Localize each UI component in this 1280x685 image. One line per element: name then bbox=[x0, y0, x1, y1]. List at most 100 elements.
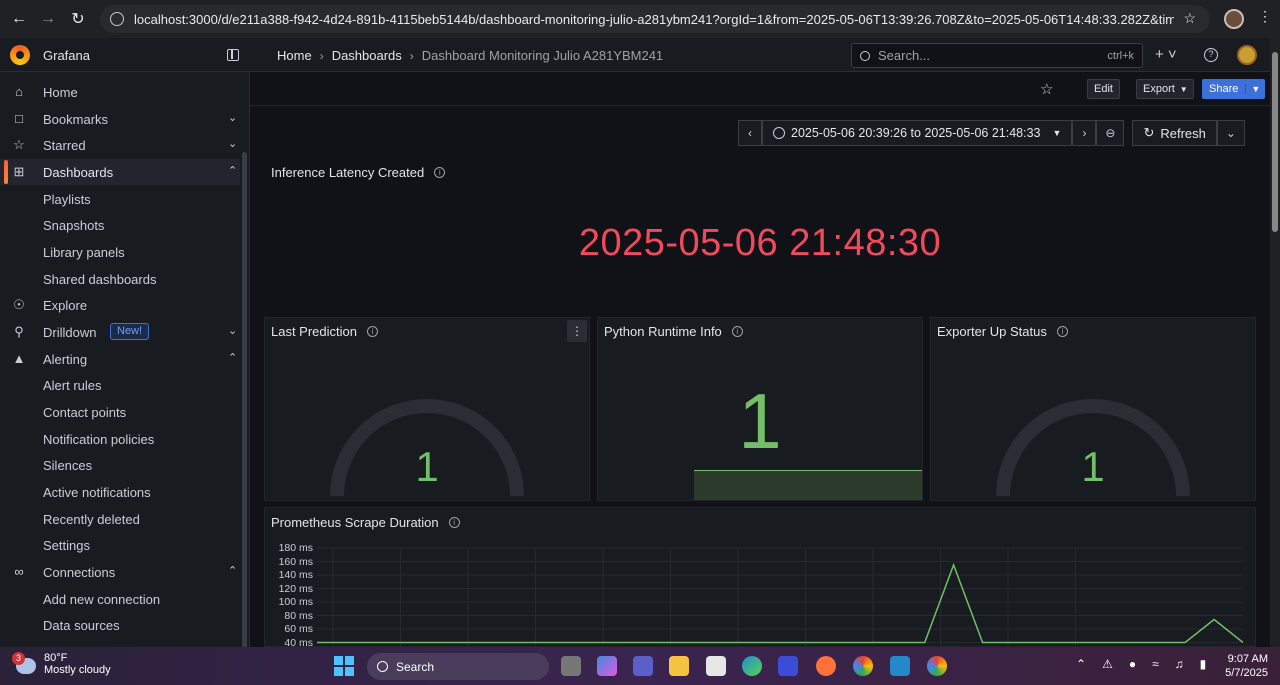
avatar[interactable] bbox=[1237, 45, 1257, 65]
chrome-active-icon[interactable] bbox=[927, 656, 947, 676]
clock-date: 5/7/2025 bbox=[1225, 667, 1268, 679]
info-icon[interactable]: i bbox=[434, 167, 446, 178]
sidebar-item-alert-rules[interactable]: Alert rules bbox=[0, 372, 240, 398]
store-icon[interactable] bbox=[706, 656, 726, 676]
info-icon[interactable]: i bbox=[367, 326, 378, 337]
breadcrumb-home[interactable]: Home bbox=[277, 48, 312, 63]
sidebar-item-drilldown[interactable]: ⚲ Drilldown New! ⌄ bbox=[0, 319, 240, 345]
sidebar-item-active-notifications[interactable]: Active notifications bbox=[0, 479, 240, 505]
weather-widget[interactable]: 3 80°F Mostly cloudy bbox=[12, 652, 111, 676]
address-bar[interactable]: localhost:3000/d/e211a388-f942-4d24-891b… bbox=[100, 5, 1210, 33]
chevron-down-icon[interactable]: ⌄ bbox=[228, 111, 237, 124]
panel-menu-icon[interactable]: ⋮ bbox=[567, 320, 587, 342]
sidebar-item-recently-deleted[interactable]: Recently deleted bbox=[0, 506, 240, 532]
info-icon[interactable]: i bbox=[731, 326, 743, 337]
sidebar-item-silences[interactable]: Silences bbox=[0, 452, 240, 478]
refresh-interval-dropdown[interactable]: ⌄ bbox=[1216, 120, 1245, 146]
sidebar-item-home[interactable]: ⌂ Home bbox=[0, 79, 240, 105]
chevron-down-icon[interactable]: ⌄ bbox=[228, 324, 237, 337]
windows-start-icon[interactable] bbox=[334, 656, 354, 676]
file-explorer-icon[interactable] bbox=[669, 656, 689, 676]
inference-panel-title[interactable]: Inference Latency Created i bbox=[271, 165, 446, 180]
sidebar-item-playlists[interactable]: Playlists bbox=[0, 186, 240, 212]
forward-arrow-icon[interactable]: → bbox=[33, 4, 63, 34]
exporter-up-panel[interactable]: Exporter Up Status i 1 bbox=[930, 317, 1256, 501]
chevron-down-icon: ▼ bbox=[1179, 84, 1188, 94]
sidebar-item-contact-points[interactable]: Contact points bbox=[0, 399, 240, 425]
chevron-up-icon[interactable]: ⌃ bbox=[228, 564, 237, 577]
help-icon[interactable]: ? bbox=[1204, 48, 1218, 62]
sidebar-item-connections[interactable]: ∞ Connections ⌃ bbox=[0, 559, 240, 585]
time-range-button[interactable]: 2025-05-06 20:39:26 to 2025-05-06 21:48:… bbox=[762, 120, 1073, 146]
chevron-up-icon[interactable]: ⌃ bbox=[228, 164, 237, 177]
time-forward-icon[interactable]: › bbox=[1072, 120, 1097, 146]
microphone-icon[interactable]: ● bbox=[1129, 657, 1136, 671]
copilot-icon[interactable] bbox=[597, 656, 617, 676]
chevron-down-icon[interactable]: ⌄ bbox=[228, 137, 237, 150]
new-plus-icon[interactable]: + ˅ bbox=[1155, 46, 1177, 63]
grid-icon: ⊞ bbox=[13, 164, 25, 179]
edge-icon[interactable] bbox=[742, 656, 762, 676]
share-button[interactable]: Share ▼ bbox=[1202, 79, 1266, 99]
search-icon bbox=[860, 50, 870, 61]
page-scroll-thumb[interactable] bbox=[1272, 52, 1278, 232]
browser-profile-avatar[interactable] bbox=[1224, 9, 1244, 29]
new-badge: New! bbox=[110, 323, 150, 340]
sidebar-item-data-sources[interactable]: Data sources bbox=[0, 612, 240, 638]
back-arrow-icon[interactable]: ← bbox=[4, 4, 34, 34]
taskbar-search[interactable]: Search bbox=[367, 653, 549, 680]
breadcrumb: Home › Dashboards › Dashboard Monitoring… bbox=[277, 48, 663, 63]
panel-title-text: Exporter Up Status bbox=[937, 324, 1047, 339]
last-prediction-panel[interactable]: Last Prediction i ⋮ 1 bbox=[264, 317, 590, 501]
sidebar-item-library-panels[interactable]: Library panels bbox=[0, 239, 240, 265]
sidebar-item-settings[interactable]: Settings bbox=[0, 532, 240, 558]
url-text[interactable]: localhost:3000/d/e211a388-f942-4d24-891b… bbox=[134, 12, 1174, 27]
python-runtime-value: 1 bbox=[738, 377, 782, 465]
sidebar-item-add-new-connection[interactable]: Add new connection bbox=[0, 586, 240, 612]
pen-app-icon[interactable] bbox=[778, 656, 798, 676]
system-clock[interactable]: 9:07 AM 5/7/2025 bbox=[1216, 652, 1268, 680]
sidebar-item-starred[interactable]: ☆ Starred ⌄ bbox=[0, 132, 240, 158]
dock-menu-icon[interactable] bbox=[227, 49, 239, 61]
chevron-up-icon[interactable]: ⌃ bbox=[1076, 657, 1086, 671]
sidebar-item-dashboards[interactable]: ⊞ Dashboards ⌃ bbox=[0, 159, 240, 185]
search-input[interactable]: Search... ctrl+k bbox=[851, 43, 1143, 68]
sidebar-item-explore[interactable]: ☉ Explore bbox=[0, 292, 240, 318]
breadcrumb-dashboards[interactable]: Dashboards bbox=[332, 48, 402, 63]
browser-menu-icon[interactable]: ⋮ bbox=[1258, 8, 1272, 25]
teams-icon[interactable] bbox=[633, 656, 653, 676]
time-back-icon[interactable]: ‹ bbox=[738, 120, 762, 146]
export-button[interactable]: Export ▼ bbox=[1136, 79, 1194, 99]
refresh-button[interactable]: ↻ Refresh bbox=[1132, 120, 1217, 146]
sidebar-item-bookmarks[interactable]: □ Bookmarks ⌄ bbox=[0, 106, 240, 132]
chevron-up-icon[interactable]: ⌃ bbox=[228, 351, 237, 364]
sidebar-item-snapshots[interactable]: Snapshots bbox=[0, 212, 240, 238]
wifi-icon[interactable]: ≈ bbox=[1152, 657, 1159, 671]
edit-button[interactable]: Edit bbox=[1087, 79, 1120, 99]
network-alert-icon[interactable]: ⚠ bbox=[1102, 657, 1113, 671]
grafana-logo-icon[interactable] bbox=[10, 45, 30, 65]
chevron-down-icon[interactable]: ▼ bbox=[1245, 84, 1265, 94]
task-view-icon[interactable] bbox=[561, 656, 581, 676]
sidebar-scrollbar[interactable] bbox=[242, 152, 247, 682]
sidebar-item-shared-dashboards[interactable]: Shared dashboards bbox=[0, 266, 240, 292]
volume-icon[interactable]: ♫ bbox=[1175, 657, 1184, 671]
bookmark-star-icon[interactable]: ☆ bbox=[1183, 10, 1196, 27]
python-runtime-panel[interactable]: Python Runtime Info i 1 bbox=[597, 317, 923, 501]
info-icon[interactable]: i bbox=[1056, 326, 1068, 337]
scrape-duration-panel[interactable]: Prometheus Scrape Duration i 180 ms 160 m… bbox=[264, 507, 1256, 647]
vscode-icon[interactable] bbox=[890, 656, 910, 676]
chrome-icon[interactable] bbox=[853, 656, 873, 676]
sidebar-item-alerting[interactable]: ▲ Alerting ⌃ bbox=[0, 346, 240, 372]
star-dashboard-icon[interactable]: ☆ bbox=[1040, 80, 1053, 98]
zoom-out-icon[interactable]: ⊖ bbox=[1096, 120, 1125, 146]
battery-icon[interactable]: ▮ bbox=[1200, 657, 1207, 671]
sidebar-item-notification-policies[interactable]: Notification policies bbox=[0, 426, 240, 452]
firefox-icon[interactable] bbox=[816, 656, 836, 676]
compass-icon: ☉ bbox=[13, 297, 25, 312]
site-info-icon[interactable] bbox=[110, 12, 124, 26]
sidebar-item-label: Library panels bbox=[43, 245, 125, 260]
microscope-icon: ⚲ bbox=[14, 324, 24, 339]
page-scrollbar[interactable] bbox=[1270, 38, 1280, 647]
reload-icon[interactable]: ↻ bbox=[63, 4, 93, 34]
